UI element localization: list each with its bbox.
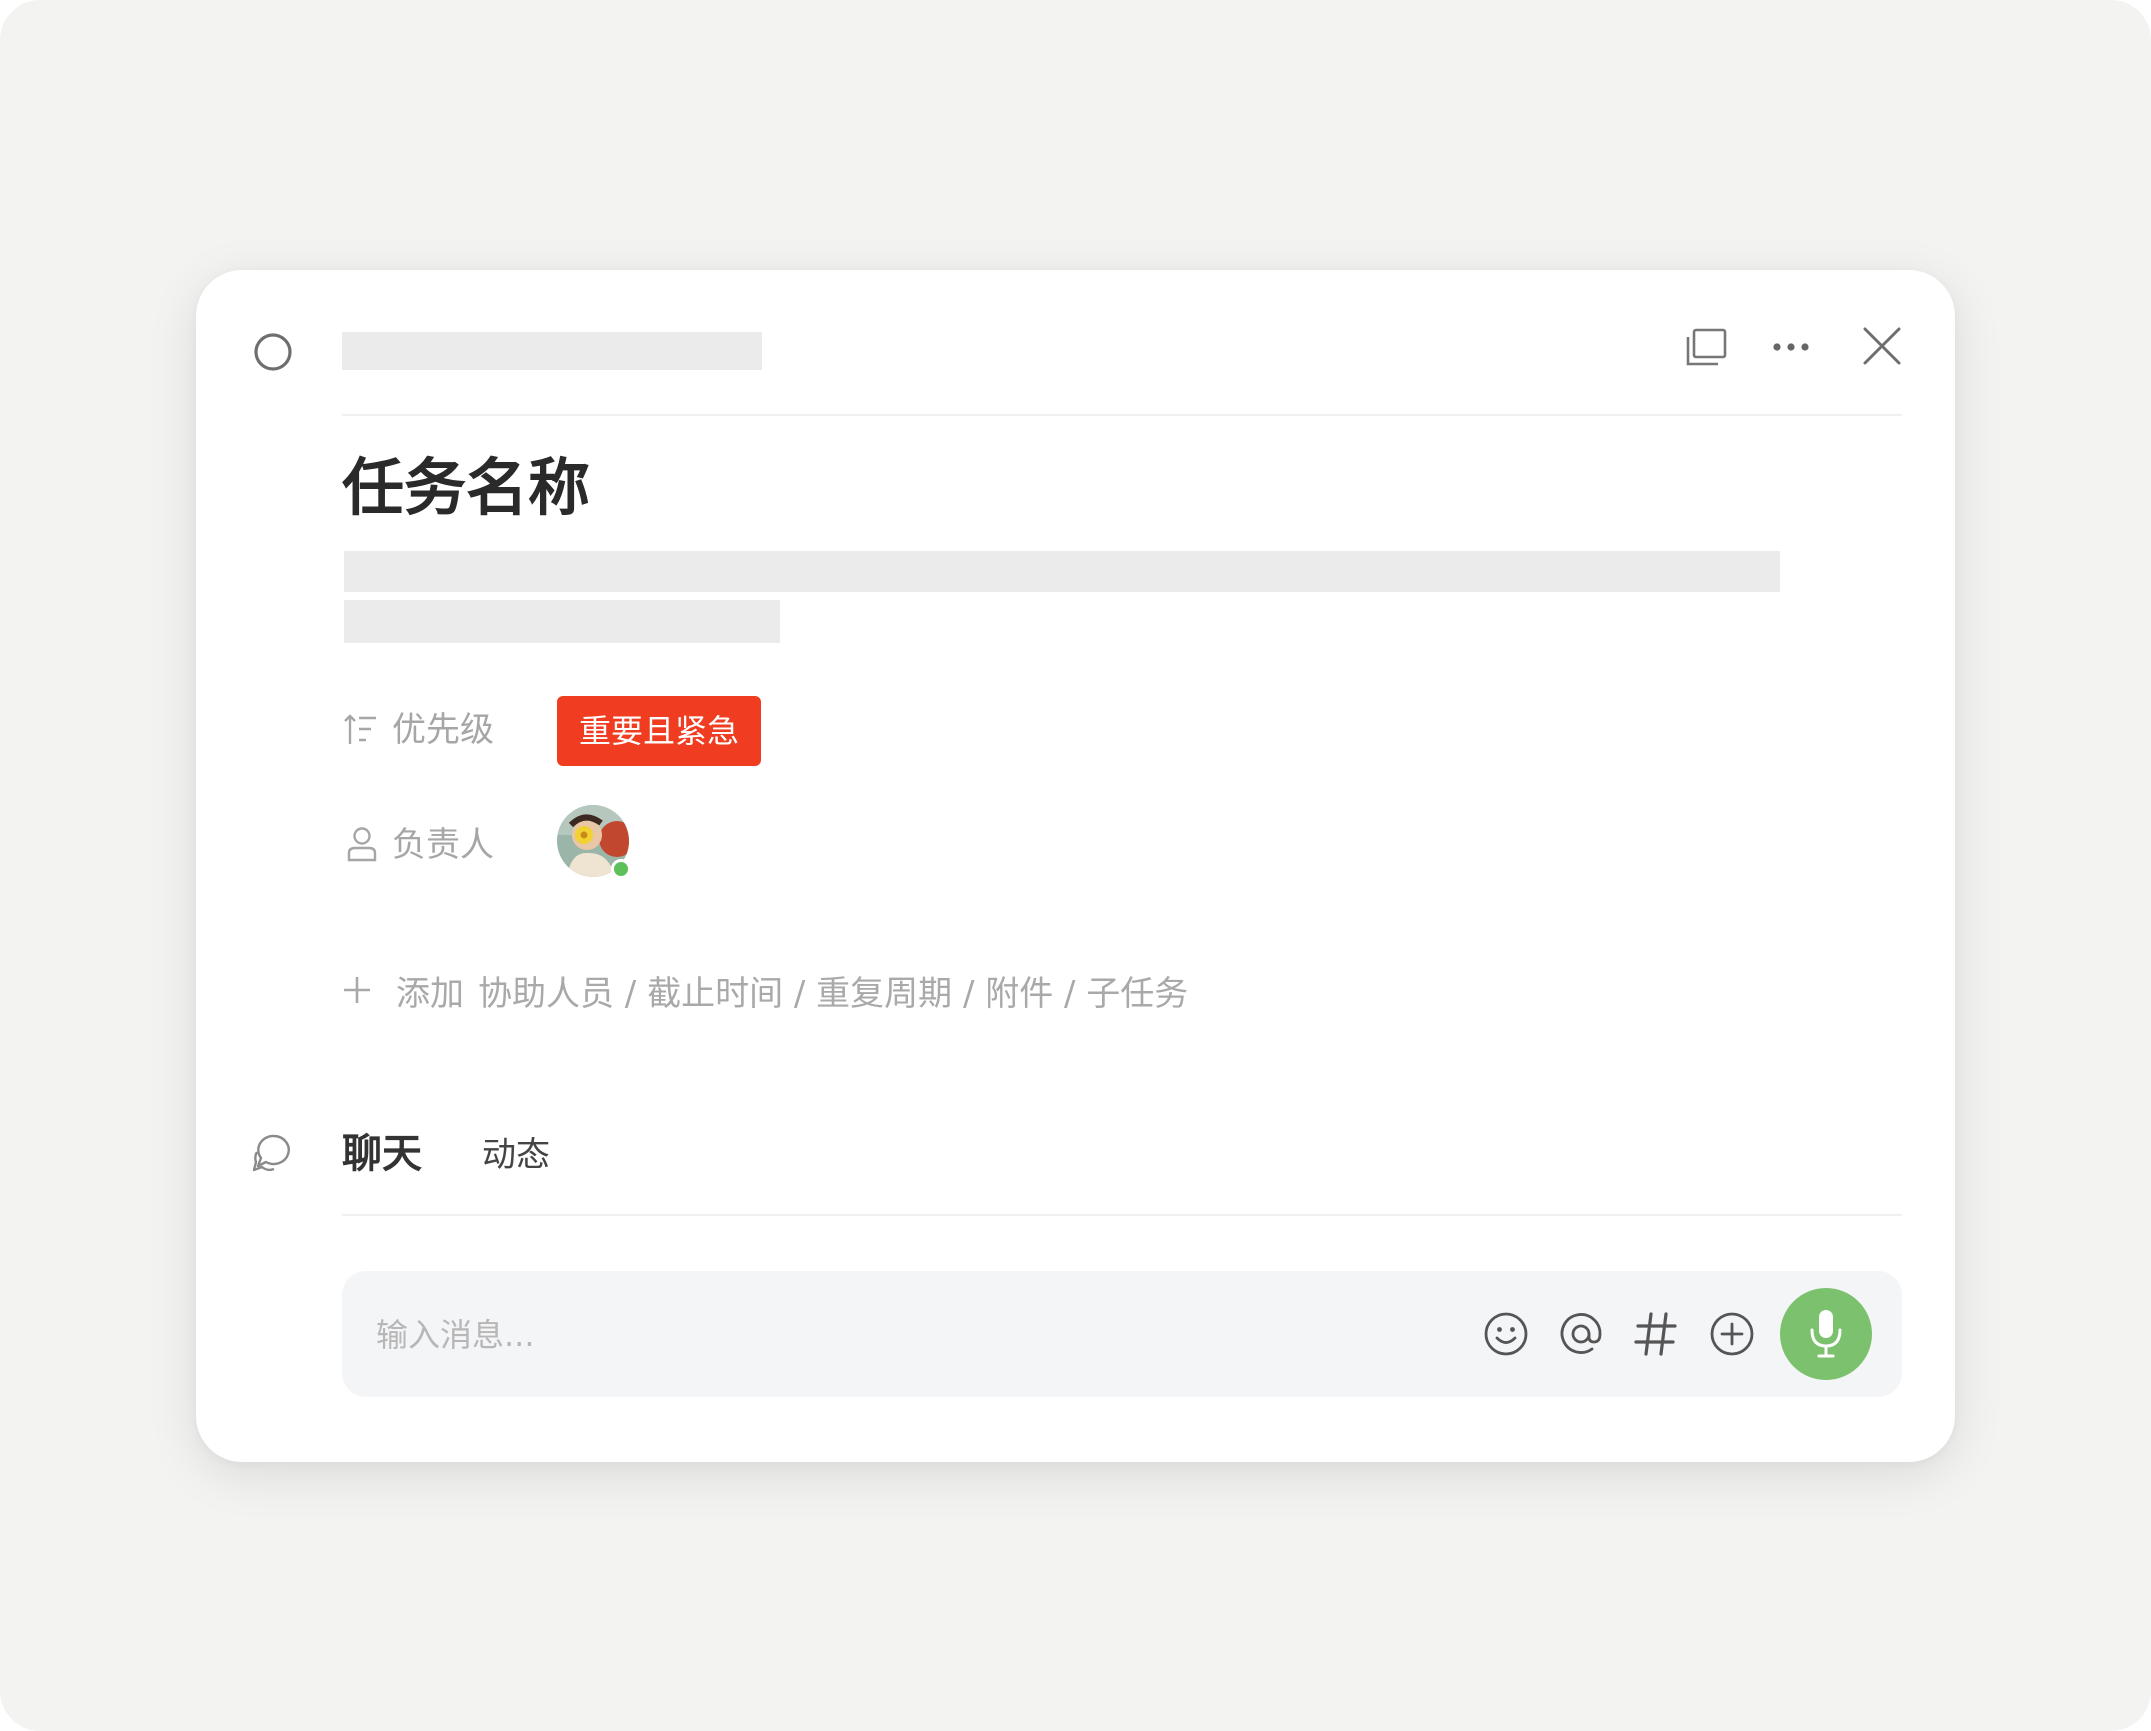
task-title[interactable]: 任务名称: [342, 448, 590, 528]
tab-activity[interactable]: 动态: [482, 1131, 550, 1179]
plus-circle-icon[interactable]: [1708, 1310, 1756, 1358]
add-items: 协助人员 / 截止时间 / 重复周期 / 附件 / 子任务: [478, 973, 1189, 1014]
close-icon[interactable]: [1862, 326, 1902, 366]
tab-chat[interactable]: 聊天: [342, 1126, 422, 1182]
description-placeholder-line-1: [344, 551, 1780, 592]
microphone-icon: [1808, 1308, 1844, 1360]
add-properties-row[interactable]: 添加 协助人员 / 截止时间 / 重复周期 / 附件 / 子任务: [342, 965, 1188, 1015]
at-icon[interactable]: [1557, 1310, 1605, 1358]
online-status-dot: [611, 859, 631, 879]
priority-label: 优先级: [392, 710, 494, 750]
assignee-avatar[interactable]: [557, 805, 631, 879]
window-restore-icon[interactable]: [1684, 328, 1728, 368]
assignee-label: 负责人: [392, 825, 494, 865]
circle-check-icon[interactable]: [253, 332, 293, 372]
hashtag-icon[interactable]: [1633, 1310, 1679, 1358]
message-composer: [342, 1271, 1902, 1397]
chat-bubble-icon: [252, 1132, 294, 1174]
header-divider: [342, 414, 1902, 416]
message-input[interactable]: [374, 1299, 1438, 1371]
tabs-divider: [342, 1214, 1902, 1216]
priority-icon: [344, 712, 378, 748]
emoji-icon[interactable]: [1482, 1310, 1530, 1358]
user-icon: [346, 826, 378, 862]
voice-input-button[interactable]: [1780, 1288, 1872, 1380]
more-icon[interactable]: [1772, 340, 1810, 354]
breadcrumb-placeholder: [342, 332, 762, 370]
plus-icon: [342, 975, 372, 1005]
priority-badge[interactable]: 重要且紧急: [557, 696, 761, 766]
task-detail-panel: 任务名称 优先级 重要且紧急 负责人 添加 协助人员 / 截止时间 / 重复周期…: [196, 270, 1955, 1462]
description-placeholder-line-2: [344, 600, 780, 643]
add-prefix: 添加: [396, 973, 464, 1014]
